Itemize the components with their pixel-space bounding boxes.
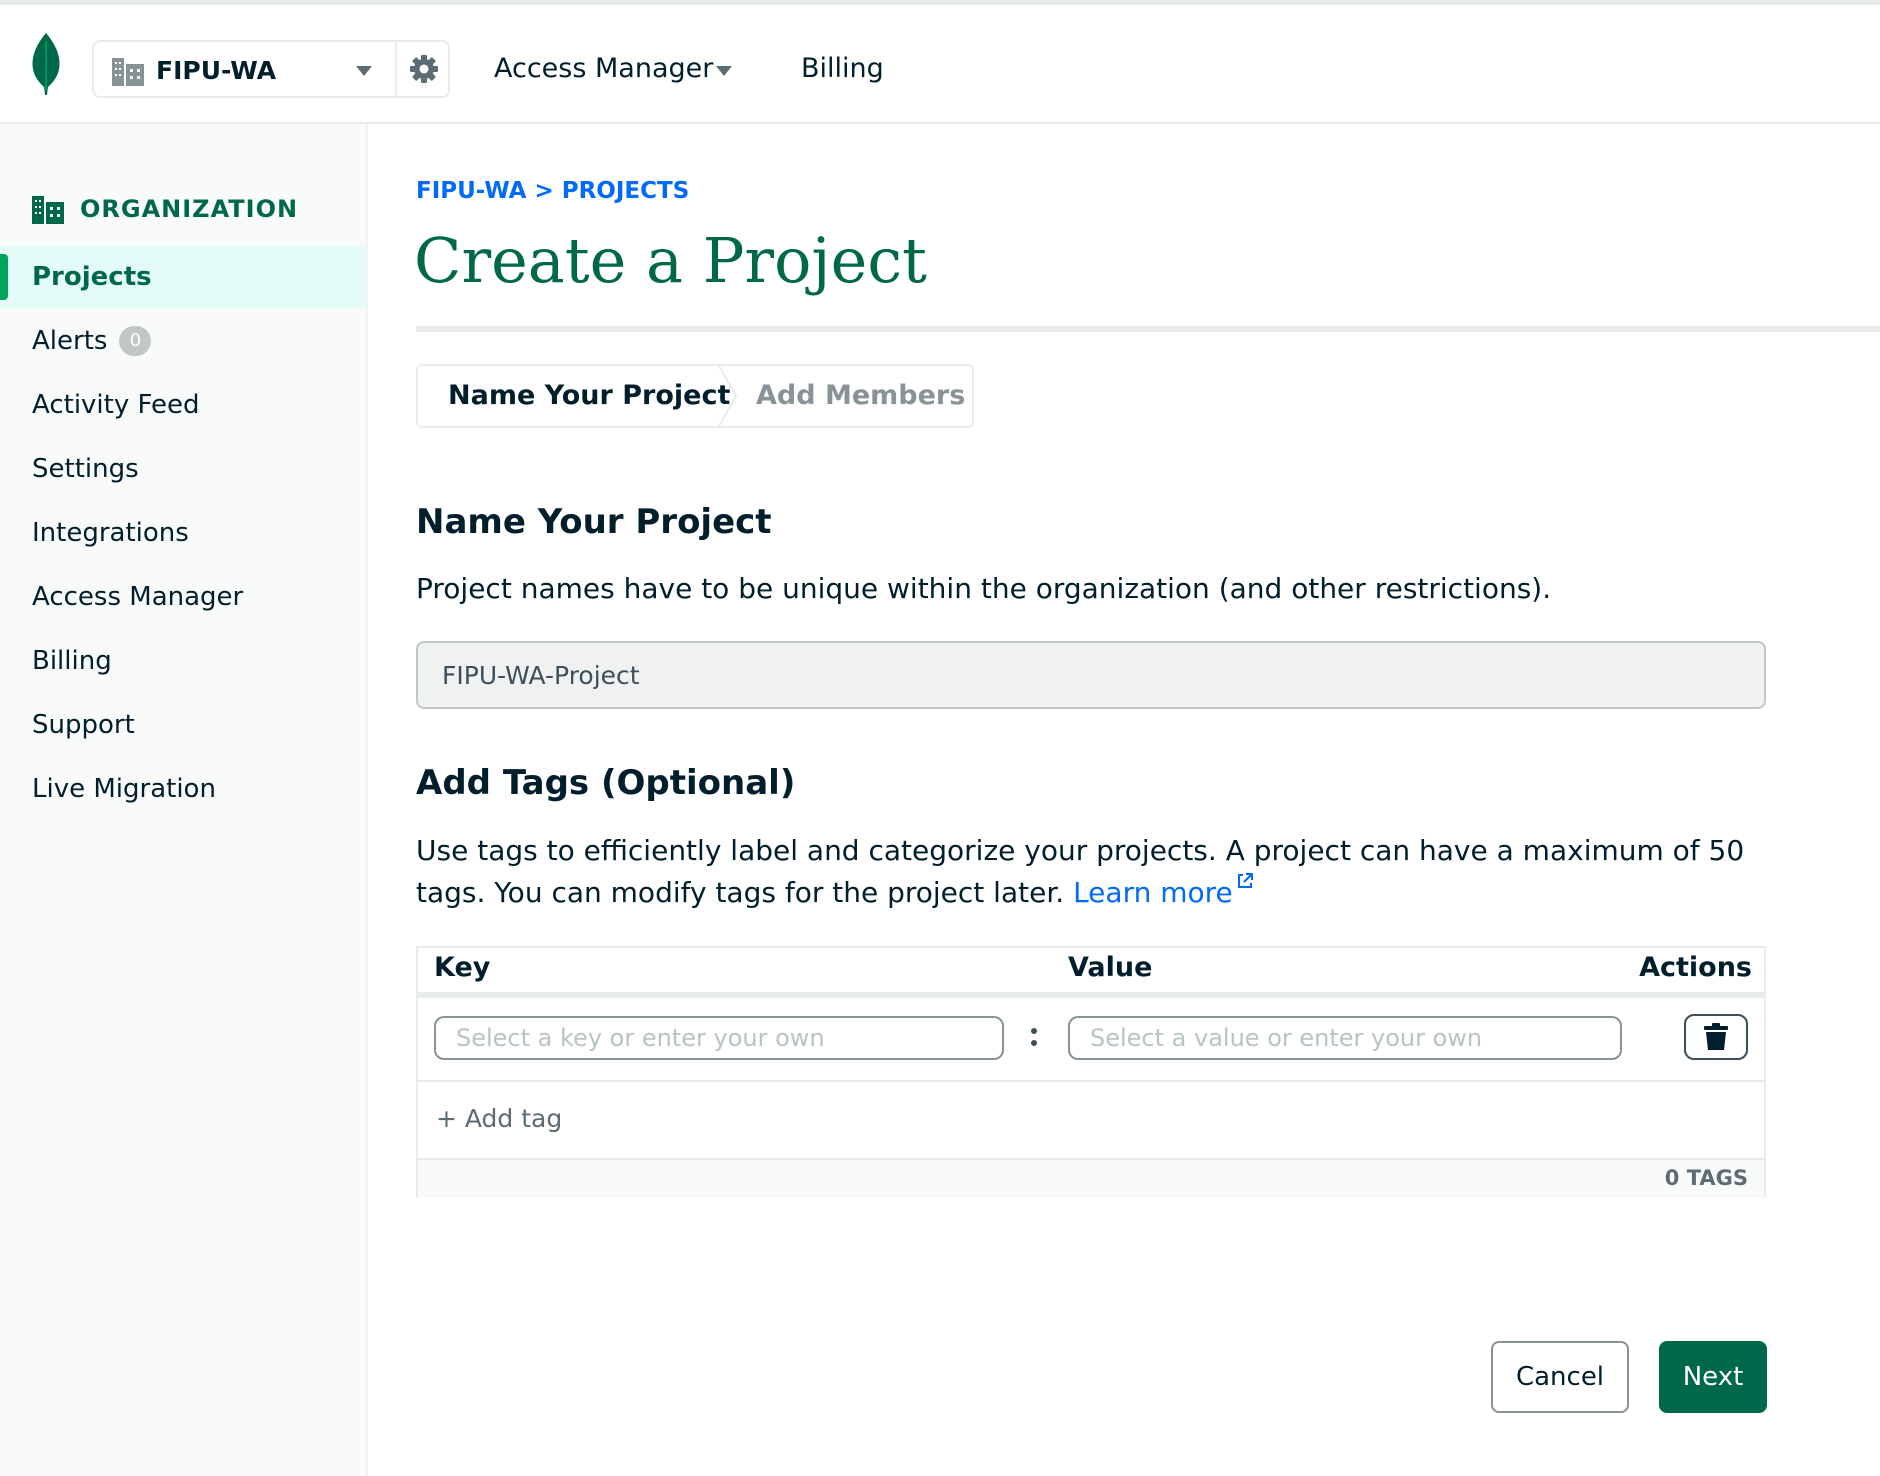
sidebar-item-label: Settings: [32, 454, 139, 484]
gear-icon: [410, 55, 438, 83]
sidebar-item-label: Billing: [32, 646, 112, 676]
tag-count: 0 TAGS: [1664, 1166, 1748, 1190]
page-title: Create a Project: [414, 224, 927, 297]
sidebar-item-label: Live Migration: [32, 774, 216, 804]
nav-access-manager[interactable]: Access Manager: [494, 53, 713, 84]
project-name-input[interactable]: [416, 641, 1766, 709]
sidebar-item-label: Support: [32, 710, 135, 740]
step-separator-chevron: [717, 364, 738, 428]
tag-value-input[interactable]: [1068, 1016, 1622, 1060]
sidebar-heading-label: ORGANIZATION: [80, 195, 299, 223]
colon-separator-icon: [1031, 1028, 1037, 1046]
tags-table-footer: 0 TAGS: [418, 1158, 1764, 1198]
chevron-down-icon: [356, 66, 372, 76]
name-section-description: Project names have to be unique within t…: [416, 572, 1552, 605]
tags-table: Key Value Actions + Add tag 0 TAGS: [416, 946, 1766, 1198]
tags-table-header: Key Value Actions: [418, 948, 1764, 998]
step-add-members[interactable]: Add Members: [756, 380, 965, 411]
cancel-button[interactable]: Cancel: [1491, 1341, 1629, 1413]
breadcrumb[interactable]: FIPU-WA > PROJECTS: [416, 178, 689, 204]
top-navigation-bar: FIPU-WA Access Manager Billing: [0, 0, 1880, 124]
column-header-actions: Actions: [1639, 952, 1752, 983]
organization-name: FIPU-WA: [156, 56, 277, 85]
name-section-heading: Name Your Project: [416, 502, 772, 542]
sidebar-item-label: Activity Feed: [32, 390, 200, 420]
external-link-icon: [1237, 873, 1253, 888]
nav-billing[interactable]: Billing: [801, 53, 884, 84]
trash-icon: [1704, 1023, 1728, 1050]
next-button[interactable]: Next: [1659, 1341, 1767, 1413]
tags-section-heading: Add Tags (Optional): [416, 763, 796, 803]
learn-more-label: Learn more: [1073, 876, 1233, 909]
sidebar-item-label: Access Manager: [32, 582, 244, 612]
alerts-count-badge: 0: [119, 326, 152, 356]
sidebar-item-label: Integrations: [32, 518, 189, 548]
chevron-down-icon[interactable]: [716, 66, 732, 76]
column-header-value: Value: [1068, 952, 1153, 983]
sidebar-item-alerts[interactable]: Alerts 0: [0, 310, 366, 372]
building-icon: [32, 196, 64, 224]
tags-section-description: Use tags to efficiently label and catego…: [416, 830, 1776, 914]
learn-more-link[interactable]: Learn more: [1073, 873, 1254, 909]
delete-tag-button[interactable]: [1684, 1014, 1748, 1060]
title-divider: [416, 326, 1880, 332]
organization-switcher[interactable]: FIPU-WA: [92, 40, 450, 98]
add-tag-button[interactable]: + Add tag: [436, 1104, 562, 1133]
sidebar-item-projects[interactable]: Projects: [0, 246, 366, 308]
sidebar-item-support[interactable]: Support: [0, 694, 366, 756]
sidebar-item-billing[interactable]: Billing: [0, 630, 366, 692]
table-row: [418, 998, 1764, 1082]
sidebar-item-activity-feed[interactable]: Activity Feed: [0, 374, 366, 436]
organization-settings-button[interactable]: [395, 40, 451, 98]
sidebar-item-access-manager[interactable]: Access Manager: [0, 566, 366, 628]
wizard-stepper: Name Your Project Add Members: [416, 364, 974, 428]
sidebar-item-label: Alerts: [32, 326, 108, 356]
column-header-key: Key: [434, 952, 491, 983]
step-name-your-project[interactable]: Name Your Project: [448, 380, 730, 411]
sidebar-item-settings[interactable]: Settings: [0, 438, 366, 500]
mongodb-leaf-logo-icon[interactable]: [28, 31, 64, 97]
sidebar-item-integrations[interactable]: Integrations: [0, 502, 366, 564]
sidebar-heading: ORGANIZATION: [32, 194, 298, 224]
sidebar-item-label: Projects: [32, 262, 152, 292]
building-icon: [112, 58, 144, 86]
tag-key-input[interactable]: [434, 1016, 1004, 1060]
sidebar-item-live-migration[interactable]: Live Migration: [0, 758, 366, 820]
sidebar: ORGANIZATION Projects Alerts 0 Activity …: [0, 124, 368, 1476]
